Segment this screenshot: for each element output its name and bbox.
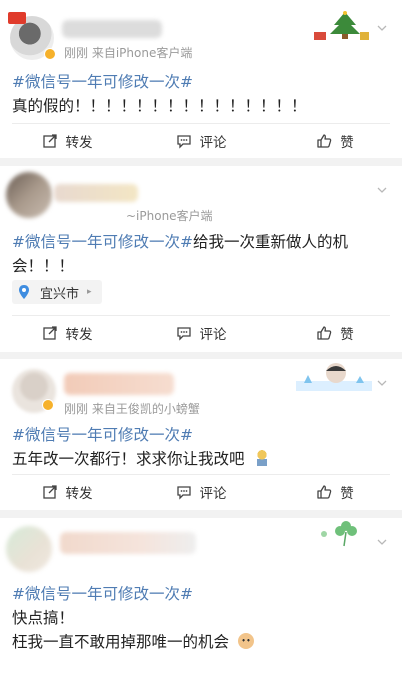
username-blurred[interactable] <box>62 20 162 38</box>
comment-icon <box>176 135 191 149</box>
verified-badge <box>42 399 54 411</box>
action-bar: 转发 评论 赞 <box>0 314 402 352</box>
sticker-badge-icon <box>296 363 372 391</box>
post-meta: 刚刚 来自王俊凯的小螃蟹 <box>64 402 200 416</box>
username-blurred[interactable] <box>64 373 174 395</box>
post-card-3: 刚刚 来自王俊凯的小螃蟹 #微信号一年可修改一次# 五年改一次都行！求求你让我改… <box>0 359 402 510</box>
comment-icon <box>176 486 191 500</box>
username-blurred[interactable] <box>54 184 138 202</box>
christmas-tree-icon <box>314 11 369 40</box>
comment-label: 评论 <box>199 327 227 343</box>
avatar[interactable] <box>6 526 52 572</box>
praying-emoji-icon <box>255 450 270 466</box>
post-card-4: #微信号一年可修改一次# 快点搞！ 枉我一直不敢用掉那唯一的机会 <box>0 518 402 677</box>
chevron-right-icon: ▸ <box>87 287 92 297</box>
repost-icon <box>42 485 57 499</box>
location-pin-icon <box>19 285 29 299</box>
action-bar: 转发 评论 赞 <box>0 122 402 160</box>
post-text: 快点搞！ <box>12 609 75 627</box>
hashtag-link[interactable]: #微信号一年可修改一次# <box>12 70 388 94</box>
chevron-down-icon[interactable] <box>376 184 388 196</box>
post-text-line: 五年改一次都行！求求你让我改吧 <box>12 447 388 471</box>
like-button[interactable]: 赞 <box>268 473 402 511</box>
avatar[interactable] <box>6 172 52 218</box>
post-body: #微信号一年可修改一次# 快点搞！ 枉我一直不敢用掉那唯一的机会 <box>12 582 388 654</box>
clover-icon <box>321 521 357 547</box>
post-body: #微信号一年可修改一次# 五年改一次都行！求求你让我改吧 <box>12 423 388 471</box>
post-text-2: 枉我一直不敢用掉那唯一的机会 <box>12 633 230 651</box>
post-body: #微信号一年可修改一次#给我一次重新做人的机会！！！ <box>12 230 388 278</box>
repost-icon <box>42 326 57 340</box>
comment-button[interactable]: 评论 <box>134 473 268 511</box>
post-meta: ~iPhone客户端 <box>126 209 213 223</box>
chevron-down-icon[interactable] <box>376 22 388 34</box>
like-button[interactable]: 赞 <box>268 314 402 352</box>
repost-label: 转发 <box>65 135 93 151</box>
thumbs-up-icon <box>317 485 332 499</box>
repost-label: 转发 <box>65 327 93 343</box>
action-bar: 转发 评论 赞 <box>0 473 402 511</box>
repost-button[interactable]: 转发 <box>0 122 134 160</box>
hashtag-link[interactable]: #微信号一年可修改一次# <box>12 423 388 447</box>
like-button[interactable]: 赞 <box>268 122 402 160</box>
repost-button[interactable]: 转发 <box>0 473 134 511</box>
post-card-1: 刚刚 来自iPhone客户端 #微信号一年可修改一次# 真的假的！！！！！！！！… <box>0 0 402 158</box>
chevron-down-icon[interactable] <box>376 536 388 548</box>
like-label: 赞 <box>340 135 354 151</box>
username-blurred[interactable] <box>60 532 196 554</box>
post-body: #微信号一年可修改一次# 真的假的！！！！！！！！！！！！！！！ <box>12 70 388 118</box>
post-text-line-2: 枉我一直不敢用掉那唯一的机会 <box>12 630 388 654</box>
post-text: 五年改一次都行！求求你让我改吧 <box>12 450 245 468</box>
cat-emoji-icon <box>237 633 254 649</box>
like-label: 赞 <box>340 486 354 502</box>
post-card-2: ~iPhone客户端 #微信号一年可修改一次#给我一次重新做人的机会！！！ 宜兴… <box>0 166 402 352</box>
like-label: 赞 <box>340 327 354 343</box>
thumbs-up-icon <box>317 326 332 340</box>
hashtag-link[interactable]: #微信号一年可修改一次# <box>12 233 193 251</box>
repost-button[interactable]: 转发 <box>0 314 134 352</box>
thumbs-up-icon <box>317 134 332 148</box>
repost-label: 转发 <box>65 486 93 502</box>
comment-button[interactable]: 评论 <box>134 122 268 160</box>
hashtag-link[interactable]: #微信号一年可修改一次# <box>12 582 388 606</box>
comment-label: 评论 <box>199 486 227 502</box>
flag-icon <box>8 12 26 24</box>
location-tag[interactable]: 宜兴市 ▸ <box>12 280 102 304</box>
repost-icon <box>42 134 57 148</box>
post-meta: 刚刚 来自iPhone客户端 <box>64 46 193 60</box>
location-label: 宜兴市 <box>40 286 80 302</box>
verified-badge <box>44 48 56 60</box>
comment-button[interactable]: 评论 <box>134 314 268 352</box>
chevron-down-icon[interactable] <box>376 377 388 389</box>
comment-icon <box>176 327 191 341</box>
post-text: 真的假的！！！！！！！！！！！！！！！ <box>12 97 307 115</box>
comment-label: 评论 <box>199 135 227 151</box>
